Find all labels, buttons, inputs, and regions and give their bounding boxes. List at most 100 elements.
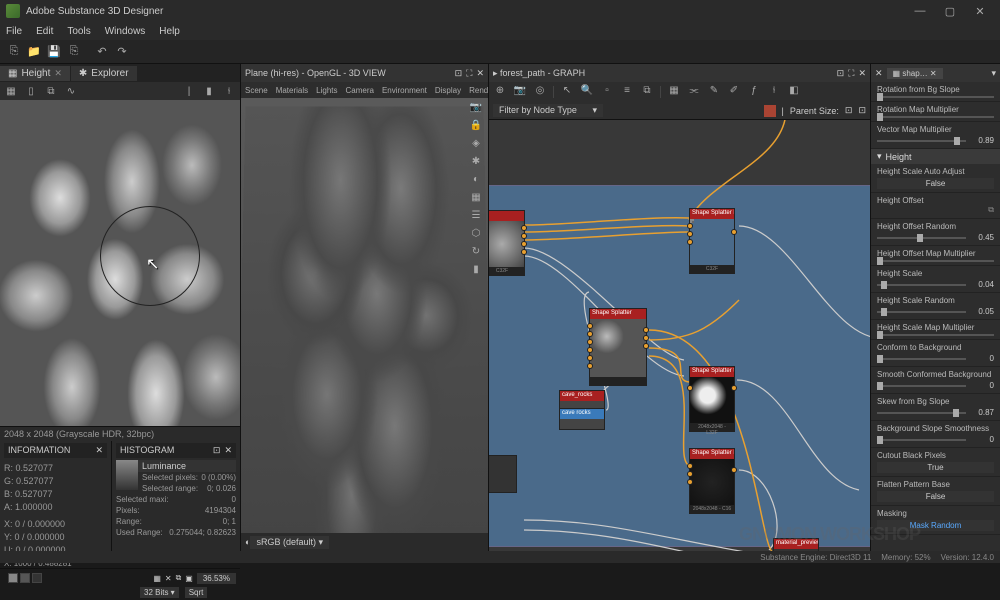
2d-viewport[interactable]: ↖ [0,100,240,426]
gizmo-icon[interactable]: ◈ [468,138,484,154]
menu-tools[interactable]: Tools [67,26,90,37]
graph-node-splatter-blend[interactable]: Shape Splatter Blend 2048x2048 - C16 [689,448,735,514]
wf-icon[interactable]: ▦ [468,192,484,208]
menu-help[interactable]: Help [159,26,180,37]
swatch-gray[interactable] [8,573,18,583]
cam-icon[interactable]: 📷 [468,102,484,118]
graph-zoom-icon[interactable]: ⊕ [493,85,507,99]
props-tab[interactable]: ▦ shap… ✕ [887,68,943,79]
cutout-toggle[interactable]: True [877,462,994,473]
colorspace-select[interactable]: sRGB (default) ▾ [250,536,329,549]
cross-icon[interactable]: ✕ [165,574,172,583]
parent-color-icon[interactable] [764,105,776,117]
graph-search-icon[interactable]: 🔍 [580,85,594,99]
tab-height[interactable]: ▦ Height ✕ [0,66,70,81]
maximize-button[interactable]: ▢ [936,2,964,20]
chain-icon[interactable]: | [782,106,784,116]
3d-viewport[interactable]: 📷 🔒 ◈ ✱ ◐ ▦ ☰ ⬡ ↻ ▮ [241,98,488,533]
graph-max-icon[interactable]: ⛶ [848,68,854,79]
graph-close-icon[interactable]: ✕ [858,68,866,79]
graph-fx-icon[interactable]: ƒ [747,85,761,99]
graph-levels-icon[interactable]: ⫮ [767,85,781,99]
hist-close-icon[interactable]: ✕ [224,445,232,456]
save-icon[interactable]: 💾 [46,44,62,60]
hist-pin-icon[interactable]: ⊡ [213,445,221,456]
3d-menu-scene[interactable]: Scene [245,86,268,95]
3d-menu-materials[interactable]: Materials [276,86,308,95]
fit-icon[interactable]: ▣ [185,574,193,583]
close-button[interactable]: ✕ [966,2,994,20]
graph-copy-icon[interactable]: ⧉ [640,85,654,99]
slider-track[interactable] [877,284,966,286]
tab-explorer[interactable]: ✱ Explorer [71,66,137,81]
graph-node[interactable]: C32F [489,210,525,276]
graph-cursor-icon[interactable]: ↖ [560,85,574,99]
3d-undock-icon[interactable]: ⊡ [455,68,463,79]
graph-node-shape-splatter[interactable]: Shape Splatter [589,308,647,386]
graph-pen-icon[interactable]: ✐ [727,85,741,99]
hist-icon[interactable]: ▮ [202,84,216,98]
graph-target-icon[interactable]: ◎ [533,85,547,99]
slider-track[interactable] [877,439,966,441]
mesh-icon[interactable]: ⬡ [468,228,484,244]
info-close-icon[interactable]: ✕ [95,445,103,456]
3d-menu-camera[interactable]: Camera [346,86,374,95]
3d-menu-display[interactable]: Display [435,86,461,95]
link-icon[interactable]: ⧉ [176,573,182,583]
graph-undock-icon[interactable]: ⊡ [837,68,845,79]
doc-icon[interactable]: ▯ [24,84,38,98]
swatch-darker[interactable] [32,573,42,583]
light-icon[interactable]: ✱ [468,156,484,172]
menu-file[interactable]: File [6,26,22,37]
copy-icon[interactable]: ⧉ [44,84,58,98]
vbar-icon[interactable]: | [182,84,196,98]
redo-icon[interactable]: ↷ [114,44,130,60]
props-menu-icon[interactable]: ▾ [991,68,996,79]
section-height[interactable]: ▾ Height [871,149,1000,164]
graph-link-icon[interactable]: ⫘ [687,85,701,99]
3d-close-icon[interactable]: ✕ [476,68,484,79]
slider-track[interactable] [877,358,966,360]
graph-cam-icon[interactable]: 📷 [513,85,527,99]
slider-track[interactable] [877,237,966,239]
3d-max-icon[interactable]: ⛶ [466,68,472,79]
sqrt-select[interactable]: Sqrt [185,587,208,598]
zoom-value[interactable]: 36.53% [197,573,236,584]
graph-grid-icon[interactable]: ▦ [667,85,681,99]
swatch-dark[interactable] [20,573,30,583]
parent-h-icon[interactable]: ⊡ [858,105,866,116]
pipette-icon[interactable]: ∿ [64,84,78,98]
masking-select[interactable]: Mask Random [877,520,994,531]
filter-select[interactable]: Filter by Node Type▾ [493,104,603,117]
graph-node-small[interactable] [489,455,517,493]
stats-icon[interactable]: ☰ [468,210,484,226]
open-icon[interactable]: 📁 [26,44,42,60]
new-icon[interactable]: ⎘ [6,44,22,60]
slider-track[interactable] [877,140,966,142]
3d-menu-lights[interactable]: Lights [316,86,337,95]
flatten-toggle[interactable]: False [877,491,994,502]
height-auto-toggle[interactable]: False [877,178,994,189]
graph-snap-icon[interactable]: ▫ [600,85,614,99]
link-icon[interactable]: ⧉ [988,205,994,215]
hist-icon-3d[interactable]: ▮ [468,264,484,280]
slider-track[interactable] [877,412,966,414]
minimize-button[interactable]: — [906,2,934,20]
levels-icon[interactable]: ⫮ [222,84,236,98]
mat-icon[interactable]: ◐ [468,174,484,190]
graph-align-icon[interactable]: ≡ [620,85,634,99]
undo-icon[interactable]: ↶ [94,44,110,60]
graph-viewport[interactable]: C32F Shape Splatter Blend C… C32F Shape … [489,120,870,551]
graph-node-cave-rocks-2[interactable]: cave rocks [559,408,605,430]
menu-windows[interactable]: Windows [105,26,146,37]
slider-track[interactable] [877,385,966,387]
props-close-icon[interactable]: ✕ [875,68,883,79]
graph-node-splatter-mask[interactable]: Shape Splatter to Mask 2048x2048 - L32F [689,366,735,432]
menu-edit[interactable]: Edit [36,26,53,37]
graph-blend-icon[interactable]: ◧ [787,85,801,99]
grid-icon-2[interactable]: ▦ [153,574,161,583]
grid-icon[interactable]: ▦ [4,84,18,98]
3d-menu-environment[interactable]: Environment [382,86,427,95]
reset-icon[interactable]: ↻ [468,246,484,262]
saveall-icon[interactable]: ⎘ [66,44,82,60]
